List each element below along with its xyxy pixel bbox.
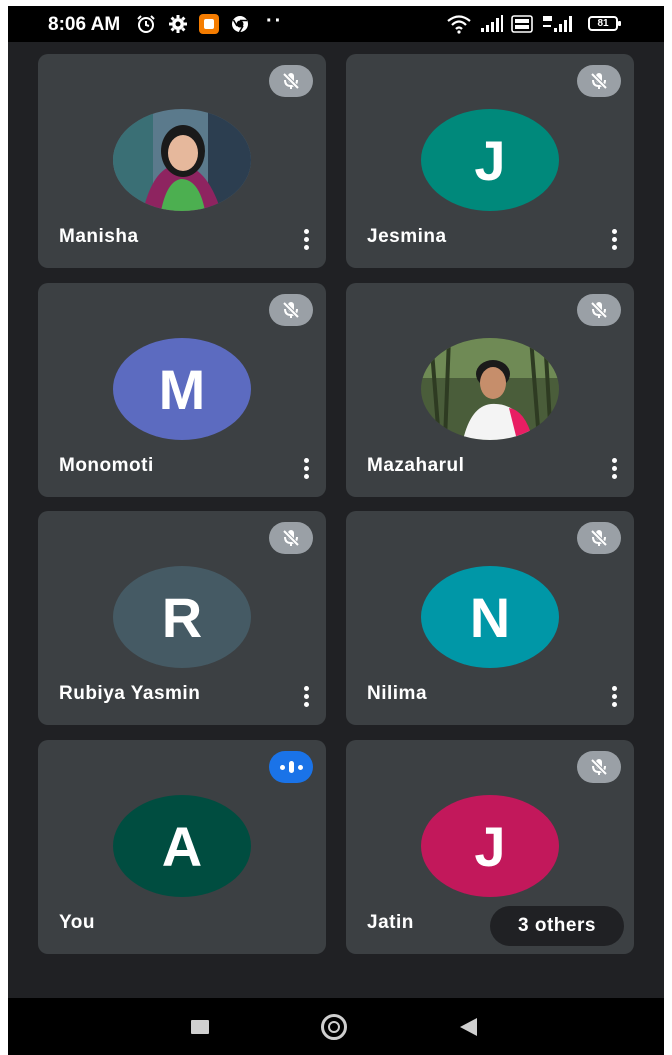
participant-tile-mazaharul[interactable]: Mazaharul [346, 283, 634, 497]
more-options-icon[interactable] [294, 681, 318, 711]
more-options-icon[interactable] [294, 224, 318, 254]
speaking-indicator-icon [269, 751, 313, 783]
battery-icon: 81 [588, 16, 621, 31]
avatar-photo [421, 338, 559, 440]
participant-tile-you[interactable]: A You [38, 740, 326, 954]
participant-tile-nilima[interactable]: N Nilima [346, 511, 634, 725]
mic-off-icon [269, 522, 313, 554]
participant-name: Jatin [367, 912, 414, 933]
more-options-icon[interactable] [602, 453, 626, 483]
participant-tile-manisha[interactable]: Manisha [38, 54, 326, 268]
signal-icon [480, 14, 504, 34]
others-button[interactable]: 3 others [490, 906, 624, 946]
participant-name: Nilima [367, 683, 428, 704]
alarm-icon [136, 14, 156, 34]
mic-off-icon [577, 65, 621, 97]
participant-name: Rubiya Yasmin [59, 683, 201, 704]
participant-name: Manisha [59, 226, 139, 247]
4g-signal-icon [542, 14, 576, 34]
mic-off-icon [269, 294, 313, 326]
mic-off-icon [577, 522, 621, 554]
avatar-initial: J [421, 109, 559, 211]
back-icon[interactable] [460, 1018, 477, 1036]
avatar-initial: J [421, 795, 559, 897]
mic-off-icon [577, 751, 621, 783]
person-photo-icon [113, 109, 251, 211]
avatar-initial: R [113, 566, 251, 668]
more-options-icon[interactable] [294, 453, 318, 483]
recent-apps-icon[interactable] [191, 1020, 209, 1034]
avatar-initial: N [421, 566, 559, 668]
avatar-initial: M [113, 338, 251, 440]
status-time: 8:06 AM [48, 14, 121, 35]
home-icon[interactable] [321, 1014, 347, 1040]
participant-tile-rubiya-yasmin[interactable]: R Rubiya Yasmin [38, 511, 326, 725]
avatar-initial: A [113, 795, 251, 897]
meet-screen: 8:06 AM ·· 81 Manisha J Jesmina M Monomo… [8, 6, 664, 1055]
participant-name: Monomoti [59, 455, 154, 476]
participant-tile-monomoti[interactable]: M Monomoti [38, 283, 326, 497]
more-dots-icon: ·· [266, 10, 284, 32]
mic-off-icon [269, 65, 313, 97]
status-bar: 8:06 AM ·· 81 [8, 6, 664, 42]
participant-name: You [59, 912, 95, 933]
navigation-bar [8, 998, 664, 1055]
person-photo-icon [421, 338, 559, 440]
orange-app-icon [198, 14, 220, 34]
mic-off-icon [577, 294, 621, 326]
more-options-icon[interactable] [602, 224, 626, 254]
more-options-icon[interactable] [602, 681, 626, 711]
gear-icon [168, 14, 188, 34]
participant-tile-jatin[interactable]: J Jatin 3 others [346, 740, 634, 954]
participant-name: Jesmina [367, 226, 447, 247]
wifi-icon [446, 14, 472, 34]
participant-tile-jesmina[interactable]: J Jesmina [346, 54, 634, 268]
chrome-icon [230, 14, 250, 34]
volte-icon [511, 14, 533, 34]
avatar-photo [113, 109, 251, 211]
participant-name: Mazaharul [367, 455, 465, 476]
